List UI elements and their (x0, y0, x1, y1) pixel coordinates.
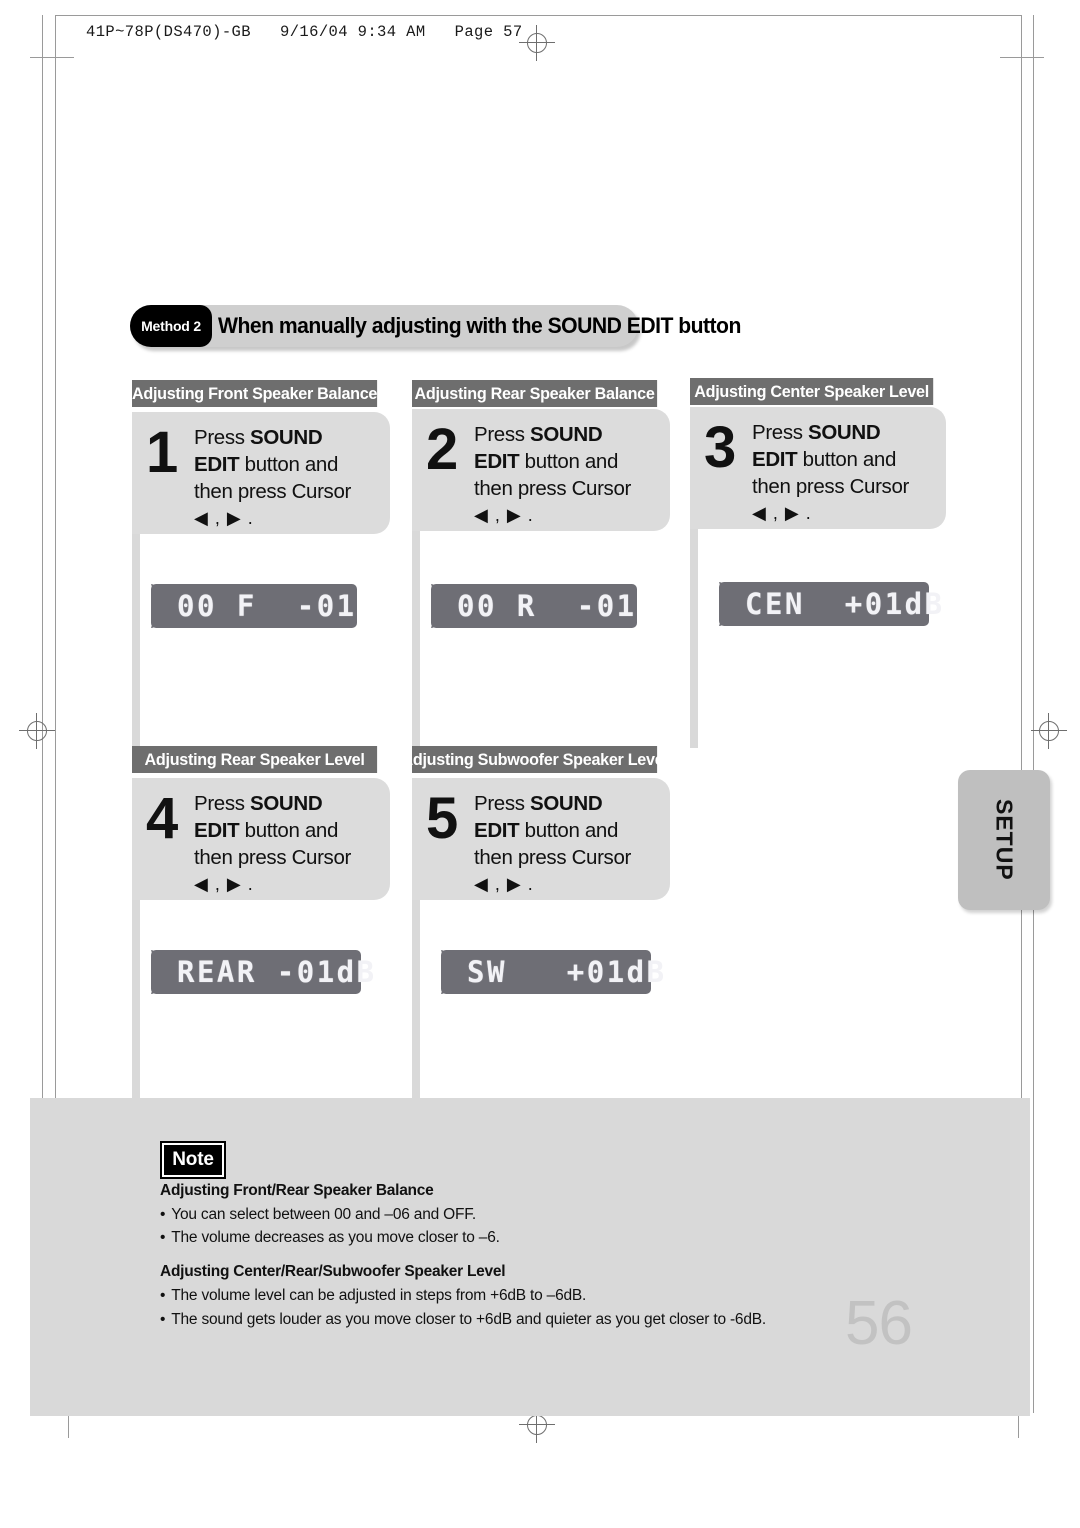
step-text-prefix: Press (474, 792, 530, 815)
step-text-bold-sound: SOUND (250, 792, 323, 815)
note-bullet-2: • The volume decreases as you move closer… (160, 1229, 500, 1247)
step-text-bold-sound: SOUND (530, 423, 603, 446)
lcd-display-1: 00 F -01 (151, 584, 357, 628)
lcd-text-2: 00 R -01 (457, 589, 637, 623)
bullet-glyph: • (160, 1311, 166, 1328)
lcd-text-1: 00 F -01 (177, 589, 357, 623)
lcd-display-4: REAR -01dB (151, 950, 374, 994)
step-text-bold-sound: SOUND (808, 421, 881, 444)
lcd-display-2: 00 R -01 (431, 584, 637, 628)
bullet-glyph: • (160, 1287, 166, 1304)
step-number-5: 5 (426, 786, 459, 851)
note-heading-front-rear-balance: Adjusting Front/Rear Speaker Balance (160, 1182, 434, 1199)
crop-mark-top-left (30, 57, 74, 58)
note-block: Note Adjusting Front/Rear Speaker Balanc… (30, 1098, 1030, 1416)
running-header: 41P~78P(DS470)-GB 9/16/04 9:34 AM Page 5… (86, 23, 523, 41)
lcd-display-5: SW +01dB (441, 950, 664, 994)
step-box-1: 1 Press SOUND EDIT button and then press… (132, 412, 390, 534)
step-box-4: 4 Press SOUND EDIT button and then press… (132, 778, 390, 900)
step-box-3: 3 Press SOUND EDIT button and then press… (690, 407, 946, 529)
crop-mark-top-right (1000, 57, 1044, 58)
step-box-5: 5 Press SOUND EDIT button and then press… (412, 778, 670, 900)
step-text-tail: then press Cursor (474, 477, 631, 501)
cursor-symbols-1: ◀ , ▶ . (194, 508, 254, 529)
step-text-bold-edit: EDIT (194, 453, 240, 477)
lcd-text-5: SW +01dB (467, 955, 667, 989)
section-header-rear-level: Adjusting Rear Speaker Level (132, 746, 378, 773)
note-bullet-3: • The volume level can be adjusted in ste… (160, 1287, 586, 1305)
step-number-4: 4 (146, 786, 179, 851)
step-text-tail: then press Cursor (194, 480, 351, 504)
setup-tab-label: SETUP (991, 799, 1018, 881)
note-bullet-4: • The sound gets louder as you move close… (160, 1311, 766, 1329)
cursor-symbols-3: ◀ , ▶ . (752, 503, 812, 524)
cursor-symbols-4: ◀ , ▶ . (194, 874, 254, 895)
step-text-bold-edit: EDIT (194, 819, 240, 843)
section-header-rear-balance: Adjusting Rear Speaker Balance (412, 380, 658, 407)
section-header-subwoofer-level: Adjusting Subwoofer Speaker Level (402, 746, 668, 773)
step-text-mid: button and (519, 819, 619, 843)
step-text-tail: then press Cursor (752, 475, 909, 499)
cursor-symbols-2: ◀ , ▶ . (474, 505, 534, 526)
note-heading-center-rear-sub-level: Adjusting Center/Rear/Subwoofer Speaker … (160, 1263, 506, 1280)
bullet-glyph: • (160, 1229, 166, 1246)
step-text-mid: button and (239, 453, 339, 477)
step-number-2: 2 (426, 417, 459, 482)
step-text-prefix: Press (474, 423, 530, 446)
step-instruction-4: Press SOUND EDIT button and then press C… (194, 790, 382, 897)
step-instruction-2: Press SOUND EDIT button and then press C… (474, 421, 662, 528)
note-bullet-2-text: The volume decreases as you move closer … (171, 1229, 500, 1246)
step-text-bold-sound: SOUND (530, 792, 603, 815)
note-badge: Note (160, 1141, 226, 1179)
step-instruction-1: Press SOUND EDIT button and then press C… (194, 424, 382, 531)
method-badge: Method 2 (130, 305, 212, 347)
note-bullet-1: • You can select between 00 and –06 and O… (160, 1206, 476, 1224)
registration-mark-right (1031, 713, 1067, 749)
setup-side-tab: SETUP (958, 770, 1050, 910)
method-title: When manually adjusting with the SOUND E… (218, 313, 741, 338)
cursor-symbols-5: ◀ , ▶ . (474, 874, 534, 895)
method-banner: Method 2 When manually adjusting with th… (130, 305, 741, 347)
step-text-prefix: Press (194, 792, 250, 815)
step-text-bold-edit: EDIT (474, 450, 520, 474)
registration-mark-top (519, 25, 555, 61)
step-text-bold-sound: SOUND (250, 426, 323, 449)
step-text-bold-edit: EDIT (752, 448, 798, 472)
page-number: 56 (845, 1289, 913, 1358)
step-instruction-5: Press SOUND EDIT button and then press C… (474, 790, 662, 897)
section-header-front-balance: Adjusting Front Speaker Balance (132, 380, 377, 407)
step-text-tail: then press Cursor (194, 846, 351, 870)
step-text-mid: button and (519, 450, 619, 474)
lcd-display-3: CEN +01dB (719, 582, 942, 626)
note-bullet-4-text: The sound gets louder as you move closer… (171, 1311, 767, 1328)
step-number-1: 1 (146, 420, 179, 485)
step-instruction-3: Press SOUND EDIT button and then press C… (752, 419, 938, 526)
step-text-mid: button and (239, 819, 339, 843)
step-text-bold-edit: EDIT (474, 819, 520, 843)
section-header-center-level: Adjusting Center Speaker Level (690, 378, 934, 405)
lcd-text-3: CEN +01dB (745, 587, 945, 621)
step-text-prefix: Press (752, 421, 808, 444)
step-number-3: 3 (704, 415, 737, 480)
lcd-text-4: REAR -01dB (177, 955, 377, 989)
step-text-mid: button and (797, 448, 897, 472)
registration-mark-left (19, 713, 55, 749)
bullet-glyph: • (160, 1206, 166, 1223)
note-bullet-3-text: The volume level can be adjusted in step… (171, 1287, 587, 1304)
note-bullet-1-text: You can select between 00 and –06 and OF… (171, 1206, 476, 1223)
step-text-prefix: Press (194, 426, 250, 449)
step-text-tail: then press Cursor (474, 846, 631, 870)
step-box-2: 2 Press SOUND EDIT button and then press… (412, 409, 670, 531)
